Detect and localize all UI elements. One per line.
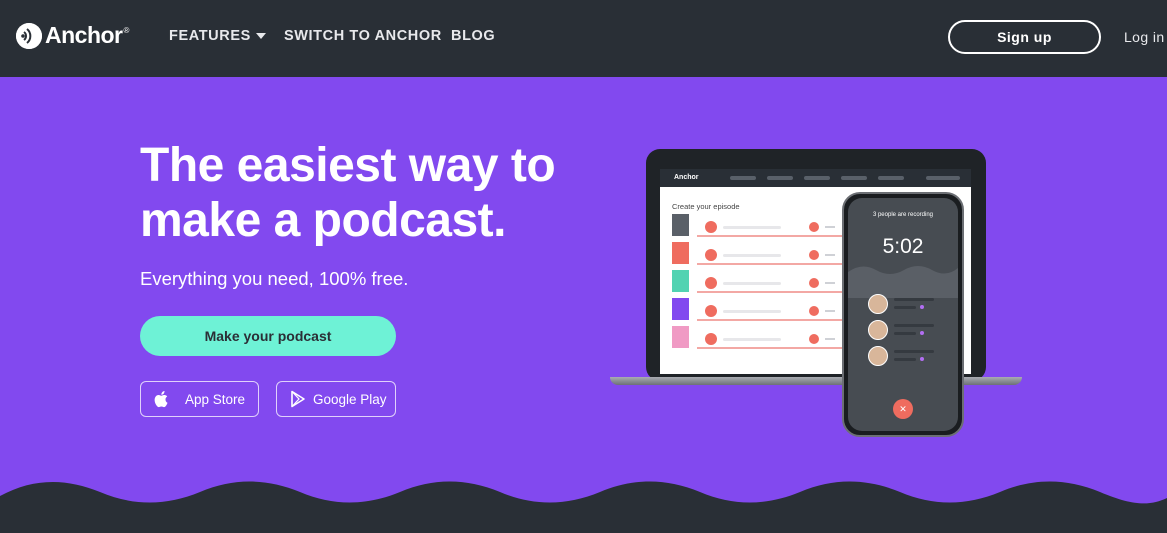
google-play-label: Google Play	[313, 391, 387, 407]
laptop-nav-bar	[926, 176, 960, 180]
laptop-side-tool	[672, 242, 689, 264]
registered-mark: ®	[123, 26, 130, 35]
laptop-side-tool	[672, 326, 689, 348]
google-play-icon	[289, 390, 307, 408]
app-store-button[interactable]: App Store	[140, 381, 259, 417]
apple-icon	[153, 390, 171, 408]
hero-headline: The easiest way to make a podcast.	[140, 139, 556, 247]
recording-timer: 5:02	[882, 235, 924, 258]
audio-wave	[848, 266, 958, 298]
laptop-nav-bar	[730, 176, 756, 180]
create-episode-label: Create your episode	[672, 202, 740, 211]
laptop-side-tool	[672, 298, 689, 320]
google-play-button[interactable]: Google Play	[276, 381, 396, 417]
laptop-app-header: Anchor	[660, 169, 971, 187]
nav-features[interactable]: FEATURES	[169, 28, 266, 44]
app-store-label: App Store	[185, 391, 246, 407]
caret-down-icon	[255, 33, 266, 39]
participant-row	[868, 346, 948, 368]
top-nav: Anchor ® FEATURES SWITCH TO ANCHOR BLOG …	[0, 0, 1167, 77]
log-in-link[interactable]: Log in	[1124, 29, 1165, 45]
hero-subline: Everything you need, 100% free.	[140, 268, 409, 289]
anchor-logo-icon	[16, 22, 42, 49]
nav-blog[interactable]: BLOG	[451, 28, 495, 44]
recording-status: 3 people are recording	[872, 212, 934, 218]
product-illustration: Anchor Create your episode 3 people are …	[600, 147, 1030, 447]
participant-row	[868, 294, 948, 316]
wave-divider	[0, 481, 1167, 533]
laptop-nav-bar	[841, 176, 867, 180]
laptop-side-tool	[672, 214, 689, 236]
laptop-nav-bar	[878, 176, 904, 180]
laptop-nav-bar	[767, 176, 793, 180]
phone-mockup: 3 people are recording 5:02 ✕	[842, 192, 964, 437]
laptop-side-tool	[672, 270, 689, 292]
nav-features-label: FEATURES	[169, 28, 251, 44]
sign-up-button[interactable]: Sign up	[948, 20, 1101, 54]
stop-recording-icon: ✕	[893, 399, 913, 419]
laptop-brand: Anchor	[674, 174, 699, 181]
phone-screen: 3 people are recording 5:02 ✕	[848, 198, 958, 431]
nav-switch-to-anchor[interactable]: SWITCH TO ANCHOR	[284, 28, 442, 44]
laptop-nav-bar	[804, 176, 830, 180]
hero-section: The easiest way to make a podcast. Every…	[0, 77, 1167, 533]
logo-text: Anchor	[45, 22, 123, 48]
anchor-logo[interactable]: Anchor ®	[16, 22, 129, 49]
make-your-podcast-button[interactable]: Make your podcast	[140, 316, 396, 356]
participant-row	[868, 320, 948, 342]
